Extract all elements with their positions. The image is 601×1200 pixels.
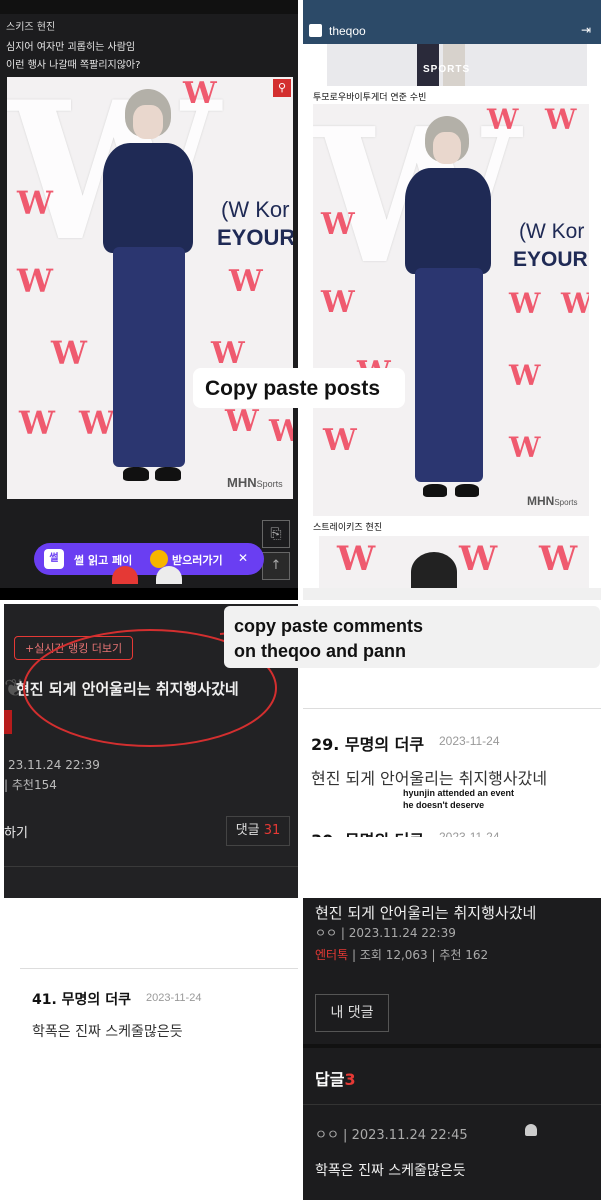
divider (4, 866, 298, 867)
post-body-line-1: 심지어 여자만 괴롭히는 사람임 (6, 42, 136, 53)
divider (303, 1044, 601, 1048)
promo-label-b: 받으러가기 (172, 554, 223, 567)
promo-badge-icon: 썰 (44, 549, 64, 569)
w-logo: W (211, 336, 245, 371)
theqoo-post-panel: theqoo ⇥ SPORTS 투모로우바이투게더 연준 수빈 W W W W … (303, 0, 601, 600)
w-logo: W (323, 423, 357, 458)
w-logo: W (51, 334, 87, 372)
w-logo: W (321, 285, 355, 320)
post-photo[interactable]: W W W W W W W W W W W (W Kor EYOUR MHNSp… (313, 104, 589, 516)
comment-text: 학폭은 진짜 스케줄많은듯 (32, 1024, 183, 1040)
w-logo: W (509, 431, 541, 464)
red-medal-icon (4, 710, 12, 734)
w-logo: W (183, 77, 217, 111)
comment-date: 2023-11-24 (146, 992, 202, 1004)
comment-text: 현진 되게 안어울리는 취지행사갔네 (315, 904, 537, 922)
note-line-2: on theqoo and pann (234, 641, 406, 661)
comment-text: 현진 되게 안어울리는 취지행사갔네 (311, 769, 548, 788)
url-bar (0, 588, 298, 600)
reply-text: 학폭은 진짜 스케줄많은듯 (315, 1163, 466, 1179)
w-logo: W (79, 404, 115, 442)
replies-button[interactable]: 댓글 31 (226, 816, 290, 846)
w-logo: W (269, 414, 293, 449)
w-logo: W (17, 262, 53, 300)
pann-post-panel: 스키즈 현진 심지어 여자만 괴롭히는 사람임 이런 행사 나갈때 쪽팔리지않아… (0, 0, 298, 600)
search-icon[interactable]: ⚲ (273, 79, 291, 97)
next-photo[interactable]: W W W (319, 536, 589, 588)
photo-watermark: MHNSports (527, 494, 578, 508)
overlay-label: Copy paste posts (193, 368, 405, 408)
next-comment-number: 30. 무명의 더쿠 (311, 827, 424, 837)
sports-logo: SPORTS (423, 64, 471, 75)
post-header-title: 스키즈 현진 (6, 22, 56, 33)
notification-icon[interactable] (525, 1124, 537, 1136)
caption-1: 투모로우바이투게더 연준 수빈 (313, 93, 427, 103)
translation-note: hyunjin attended an event he doesn't des… (403, 787, 515, 811)
photo-watermark: MHNSports (227, 475, 283, 490)
w-logo: W (19, 404, 55, 442)
note-line-1: copy paste comments (234, 616, 424, 636)
w-logo: W (229, 264, 263, 299)
w-logo: W (225, 404, 259, 439)
promo-banner[interactable]: 썰 썰 읽고 페이 받으러가기 ✕ (34, 543, 264, 575)
pann-reply-panel: 현진 되게 안어울리는 취지행사갔네 ㅇㅇ | 2023.11.24 22:39… (303, 898, 601, 1200)
login-icon[interactable]: ⇥ (581, 23, 591, 37)
w-logo: W (321, 207, 355, 242)
url-bar (303, 588, 601, 600)
w-logo: W (545, 104, 577, 136)
close-icon[interactable]: ✕ (238, 551, 248, 565)
comment-number: 29. 무명의 더쿠 (311, 735, 425, 754)
site-name: theqoo (329, 24, 366, 38)
previous-photo: SPORTS (327, 44, 587, 86)
comment-date: 2023-11-24 (439, 734, 500, 748)
banner-sign: (W Kor (519, 220, 585, 243)
w-logo: W (17, 184, 53, 222)
reply-meta: ㅇㅇ | 2023.11.24 22:45 (315, 1128, 468, 1143)
post-photo[interactable]: W W W W W W W W W W W (W Kor EYOUR MHNSp… (7, 77, 293, 499)
scroll-top-icon[interactable]: ↑ (262, 552, 290, 580)
reply-header: 답글3 (315, 1070, 356, 1089)
banner-sign: (W Kor (221, 197, 290, 222)
w-logo: W (337, 539, 376, 579)
comment-date: 23.11.24 22:39 (8, 758, 100, 772)
status-bar (0, 0, 298, 14)
w-logo: W (539, 539, 578, 579)
w-logo: W (459, 539, 498, 579)
overlay-label-text: Copy paste posts (205, 377, 381, 400)
bookmark-icon[interactable]: ⎘ (262, 520, 290, 548)
w-logo: W (509, 359, 541, 392)
banner-sign-2: EYOUR (217, 225, 293, 250)
comment-recommend: | 추천154 (4, 778, 57, 792)
theqoo-reply-panel: 41. 무명의 더쿠 2023-11-24 학폭은 진짜 스케줄많은듯 (20, 968, 298, 1069)
theqoo-header: theqoo ⇥ (303, 0, 601, 44)
w-logo: W (561, 287, 589, 320)
theqoo-comment-panel: 29. 무명의 더쿠 2023-11-24 현진 되게 안어울리는 취지행사갔네… (303, 708, 601, 895)
divider (303, 1104, 601, 1105)
banner-sign-2: EYOUR (513, 248, 588, 271)
comment-number: 41. 무명의 더쿠 (32, 992, 131, 1008)
reply-button[interactable]: 하기 (4, 822, 28, 841)
caption-2: 스트레이키즈 현진 (313, 523, 383, 533)
w-logo: W (509, 287, 541, 320)
comment-meta: ㅇㅇ | 2023.11.24 22:39 (315, 926, 456, 940)
post-body-line-2: 이런 행사 나갈때 쪽팔리지않아? (6, 60, 141, 71)
my-comment-button[interactable]: 내 댓글 (315, 994, 389, 1032)
note-box: copy paste comments on theqoo and pann (224, 606, 600, 668)
comment-stats: 엔터톡 | 조회 12,063 | 추천 162 (315, 948, 489, 962)
next-comment-date: 2023-11-24 (439, 830, 500, 837)
w-logo: W (487, 104, 519, 136)
theqoo-logo-icon (309, 24, 322, 37)
